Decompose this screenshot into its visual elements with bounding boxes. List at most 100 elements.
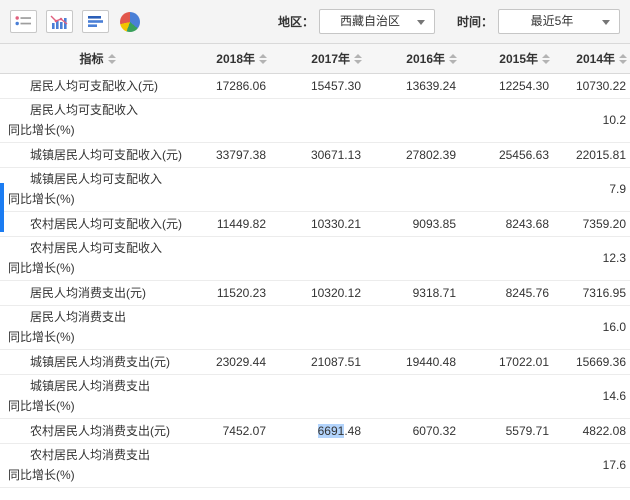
value-cell: 22015.81 [553,142,630,167]
value-cell: 5579.71 [460,418,553,443]
value-cell: 14.6 [553,374,630,418]
value-cell [270,374,365,418]
table-row: 城镇居民人均可支配收入(元) 33797.38 30671.13 27802.3… [0,142,630,167]
indicator-label-line2: 同比增长(%) [0,396,195,416]
value-cell: 4822.08 [553,418,630,443]
table-row: 城镇居民人均消费支出(元) 23029.44 21087.51 19440.48… [0,349,630,374]
column-header-2016[interactable]: 2016年 [365,44,460,73]
indicator-table: 指标 2018年 2017年 2016年 2015年 2014年 居民人均可支配… [0,44,630,488]
column-header-2015[interactable]: 2015年 [460,44,553,73]
table-view-button[interactable] [10,10,37,33]
indicator-label: 居民人均消费支出 [0,307,195,327]
indicator-cell: 农村居民人均消费支出同比增长(%) [0,443,195,487]
table-row: 居民人均可支配收入同比增长(%) 10.2 [0,98,630,142]
sort-icon [259,54,267,64]
region-select[interactable]: 西藏自治区 [319,9,435,34]
indicator-label-line2: 同比增长(%) [0,465,195,485]
selection-rest-text: .48 [344,424,361,438]
column-header-label: 2016年 [406,52,445,66]
table-row: 农村居民人均消费支出同比增长(%) 17.6 [0,443,630,487]
value-cell: 10330.21 [270,211,365,236]
value-cell: 19440.48 [365,349,460,374]
indicator-label: 城镇居民人均消费支出 [0,376,195,396]
table-row: 居民人均消费支出同比增长(%) 16.0 [0,305,630,349]
indicator-cell: 农村居民人均消费支出(元) [0,418,195,443]
scrollbar-thumb[interactable] [0,183,4,232]
value-cell: 17022.01 [460,349,553,374]
column-header-2018[interactable]: 2018年 [195,44,270,73]
indicator-label: 居民人均消费支出(元) [0,283,195,303]
indicator-cell: 城镇居民人均消费支出(元) [0,349,195,374]
bar-chart-view-button[interactable] [82,10,109,33]
value-cell: 15457.30 [270,73,365,98]
indicator-label: 城镇居民人均消费支出(元) [0,352,195,372]
value-cell: 10320.12 [270,280,365,305]
indicator-cell: 城镇居民人均消费支出同比增长(%) [0,374,195,418]
indicator-cell: 城镇居民人均可支配收入同比增长(%) [0,167,195,211]
indicator-label-line2: 同比增长(%) [0,189,195,209]
value-cell: 8243.68 [460,211,553,236]
column-header-2014[interactable]: 2014年 [553,44,630,73]
chevron-down-icon [417,20,425,25]
time-select-value: 最近5年 [531,10,588,33]
indicator-label: 农村居民人均消费支出(元) [0,421,195,441]
value-cell: 12.3 [553,236,630,280]
value-cell [270,236,365,280]
column-header-label: 2014年 [576,52,615,66]
table-header-row: 指标 2018年 2017年 2016年 2015年 2014年 [0,44,630,73]
horizontal-bars-icon [88,15,104,28]
column-header-indicator[interactable]: 指标 [0,44,195,73]
value-cell [365,167,460,211]
column-header-label: 2017年 [311,52,350,66]
value-cell [365,374,460,418]
value-cell [460,305,553,349]
combo-chart-view-button[interactable] [46,10,73,33]
indicator-label: 农村居民人均可支配收入(元) [0,214,195,234]
indicator-label-line2: 同比增长(%) [0,327,195,347]
value-cell: 10.2 [553,98,630,142]
value-cell: 6070.32 [365,418,460,443]
table-row: 农村居民人均消费支出(元) 7452.07 6691.48 6070.32 55… [0,418,630,443]
sort-icon [108,54,116,64]
list-icon [15,15,32,28]
value-cell: 11520.23 [195,280,270,305]
value-cell: 7359.20 [553,211,630,236]
pie-chart-view-button[interactable] [120,10,144,34]
value-cell [460,443,553,487]
value-cell: 11449.82 [195,211,270,236]
indicator-cell: 居民人均消费支出(元) [0,280,195,305]
value-cell: 16.0 [553,305,630,349]
sort-icon [619,54,627,64]
value-cell [195,167,270,211]
sort-icon [542,54,550,64]
value-cell: 13639.24 [365,73,460,98]
chevron-down-icon [602,20,610,25]
region-label: 地区： [278,13,314,30]
value-cell: 9318.71 [365,280,460,305]
table-row: 城镇居民人均消费支出同比增长(%) 14.6 [0,374,630,418]
value-cell: 33797.38 [195,142,270,167]
column-header-2017[interactable]: 2017年 [270,44,365,73]
value-cell: 23029.44 [195,349,270,374]
column-header-label: 2018年 [216,52,255,66]
value-cell [270,167,365,211]
value-cell [270,98,365,142]
sort-icon [449,54,457,64]
region-select-value: 西藏自治区 [340,10,414,33]
value-cell [365,443,460,487]
value-cell [365,98,460,142]
indicator-label: 居民人均可支配收入(元) [0,76,195,96]
value-cell: 30671.13 [270,142,365,167]
value-cell [460,374,553,418]
value-cell [270,305,365,349]
value-cell: 21087.51 [270,349,365,374]
column-header-label: 2015年 [499,52,538,66]
time-select[interactable]: 最近5年 [498,9,620,34]
indicator-label-line2: 同比增长(%) [0,120,195,140]
indicator-cell: 居民人均消费支出同比增长(%) [0,305,195,349]
time-label: 时间： [457,13,493,30]
table-row: 居民人均可支配收入(元) 17286.06 15457.30 13639.24 … [0,73,630,98]
indicator-label: 农村居民人均消费支出 [0,445,195,465]
value-cell [195,305,270,349]
selected-text: 6691 [318,424,345,438]
